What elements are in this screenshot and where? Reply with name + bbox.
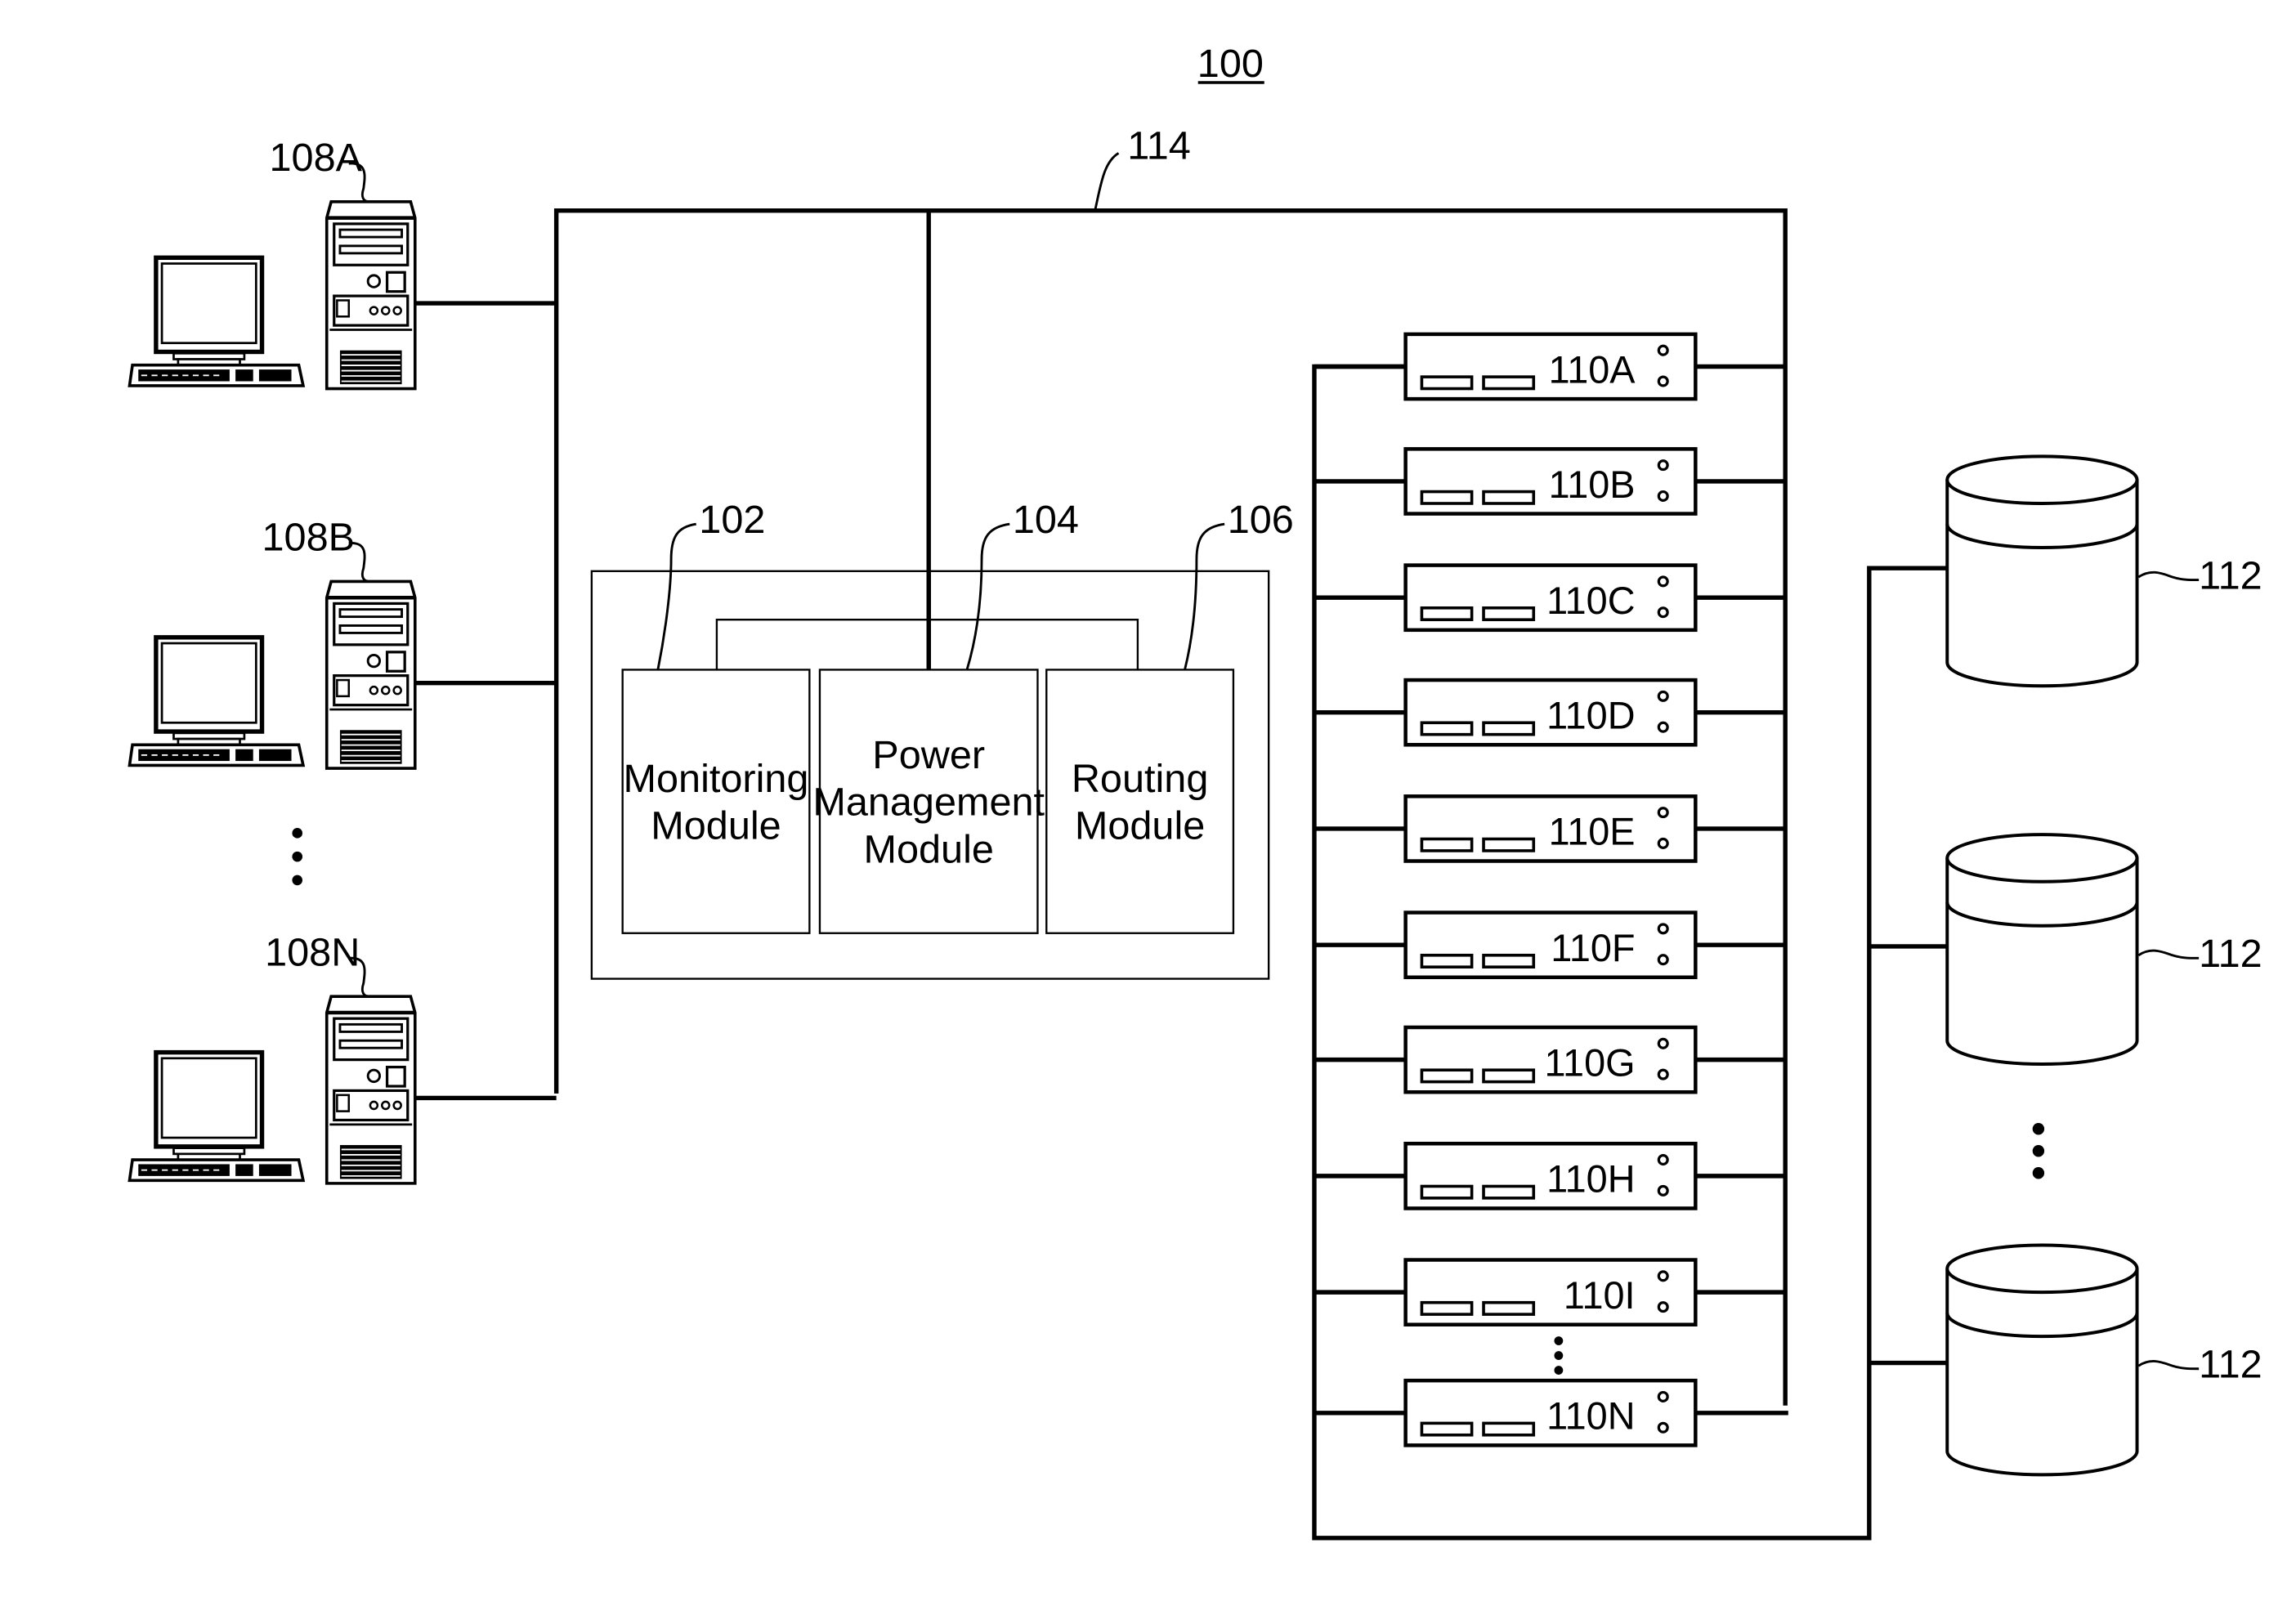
module-name-line: Module xyxy=(651,804,781,848)
server-unit: 110I xyxy=(1314,1258,1786,1326)
server-label: 110N xyxy=(1546,1395,1635,1438)
client-label: 108A xyxy=(270,136,363,180)
module-name-line: Routing xyxy=(1072,757,1209,801)
client-computer: 108B xyxy=(128,516,557,770)
server-unit: 110N xyxy=(1314,1378,1788,1447)
client-label: 108N xyxy=(265,930,360,974)
server-unit: 110B xyxy=(1314,447,1786,516)
client-computer: 108N xyxy=(128,930,557,1185)
server-unit: 110D xyxy=(1314,678,1786,747)
module-ref: 104 xyxy=(1013,498,1079,542)
server-label: 110A xyxy=(1549,348,1636,391)
server-label: 110H xyxy=(1546,1158,1635,1201)
server-label: 110G xyxy=(1544,1041,1635,1084)
storage-label: 112 xyxy=(2199,1343,2262,1387)
server-unit: 110E xyxy=(1314,794,1786,863)
module-ref: 102 xyxy=(699,498,765,542)
storage-ellipsis xyxy=(2032,1123,2045,1179)
clients-ellipsis xyxy=(292,828,303,886)
keyboard-icon xyxy=(128,1158,306,1183)
monitor-icon xyxy=(154,255,265,369)
module-name-line: Module xyxy=(1075,804,1205,848)
figure-number: 100 xyxy=(1197,42,1264,86)
server-icon xyxy=(1403,1258,1698,1326)
client-label: 108B xyxy=(262,516,356,560)
module-name-line: Module xyxy=(863,827,993,871)
storage-database: 112 xyxy=(1945,454,2262,688)
keyboard-icon xyxy=(128,743,306,767)
server-unit: 110C xyxy=(1314,563,1786,633)
module-name-line: Power xyxy=(872,733,985,777)
system-diagram: 100 114 108A108B108N 102MonitoringModule… xyxy=(128,42,2262,1541)
tower-icon xyxy=(324,200,417,391)
server-label: 110I xyxy=(1564,1274,1636,1317)
storage-database: 112 xyxy=(1945,833,2262,1066)
tower-icon xyxy=(324,995,417,1185)
server-label: 110E xyxy=(1549,811,1636,853)
module-name-line: Monitoring xyxy=(624,757,809,801)
figure-number-text: 100 xyxy=(1197,42,1264,86)
module-name-line: Management xyxy=(812,781,1045,825)
module-box: 106 RoutingModule xyxy=(1045,498,1294,934)
server-label: 110B xyxy=(1549,463,1636,506)
server-unit: 110H xyxy=(1314,1141,1786,1210)
server-unit: 110F xyxy=(1314,910,1786,980)
database-icon xyxy=(1945,833,2139,1066)
keyboard-icon xyxy=(128,363,306,387)
storage-label: 112 xyxy=(2199,553,2262,597)
module-ref: 106 xyxy=(1228,498,1294,542)
storage-label: 112 xyxy=(2199,932,2262,976)
server-unit: 110G xyxy=(1314,1025,1786,1094)
database-icon xyxy=(1945,1243,2139,1477)
database-icon xyxy=(1945,454,2139,688)
servers-ellipsis xyxy=(1554,1336,1564,1375)
storage-database: 112 xyxy=(1945,1243,2262,1477)
server-label: 110D xyxy=(1546,694,1635,736)
module-box: 102 MonitoringModule xyxy=(621,498,811,934)
server-label: 110C xyxy=(1546,579,1635,622)
monitor-icon xyxy=(154,1049,265,1165)
monitor-icon xyxy=(154,635,265,749)
module-box: 104 PowerManagementModule xyxy=(812,498,1079,934)
tower-icon xyxy=(324,579,417,770)
server-unit: 110A xyxy=(1314,332,1786,401)
client-computer: 108A xyxy=(128,136,557,391)
server-label: 110F xyxy=(1551,927,1635,969)
network-label: 114 xyxy=(1127,124,1191,168)
